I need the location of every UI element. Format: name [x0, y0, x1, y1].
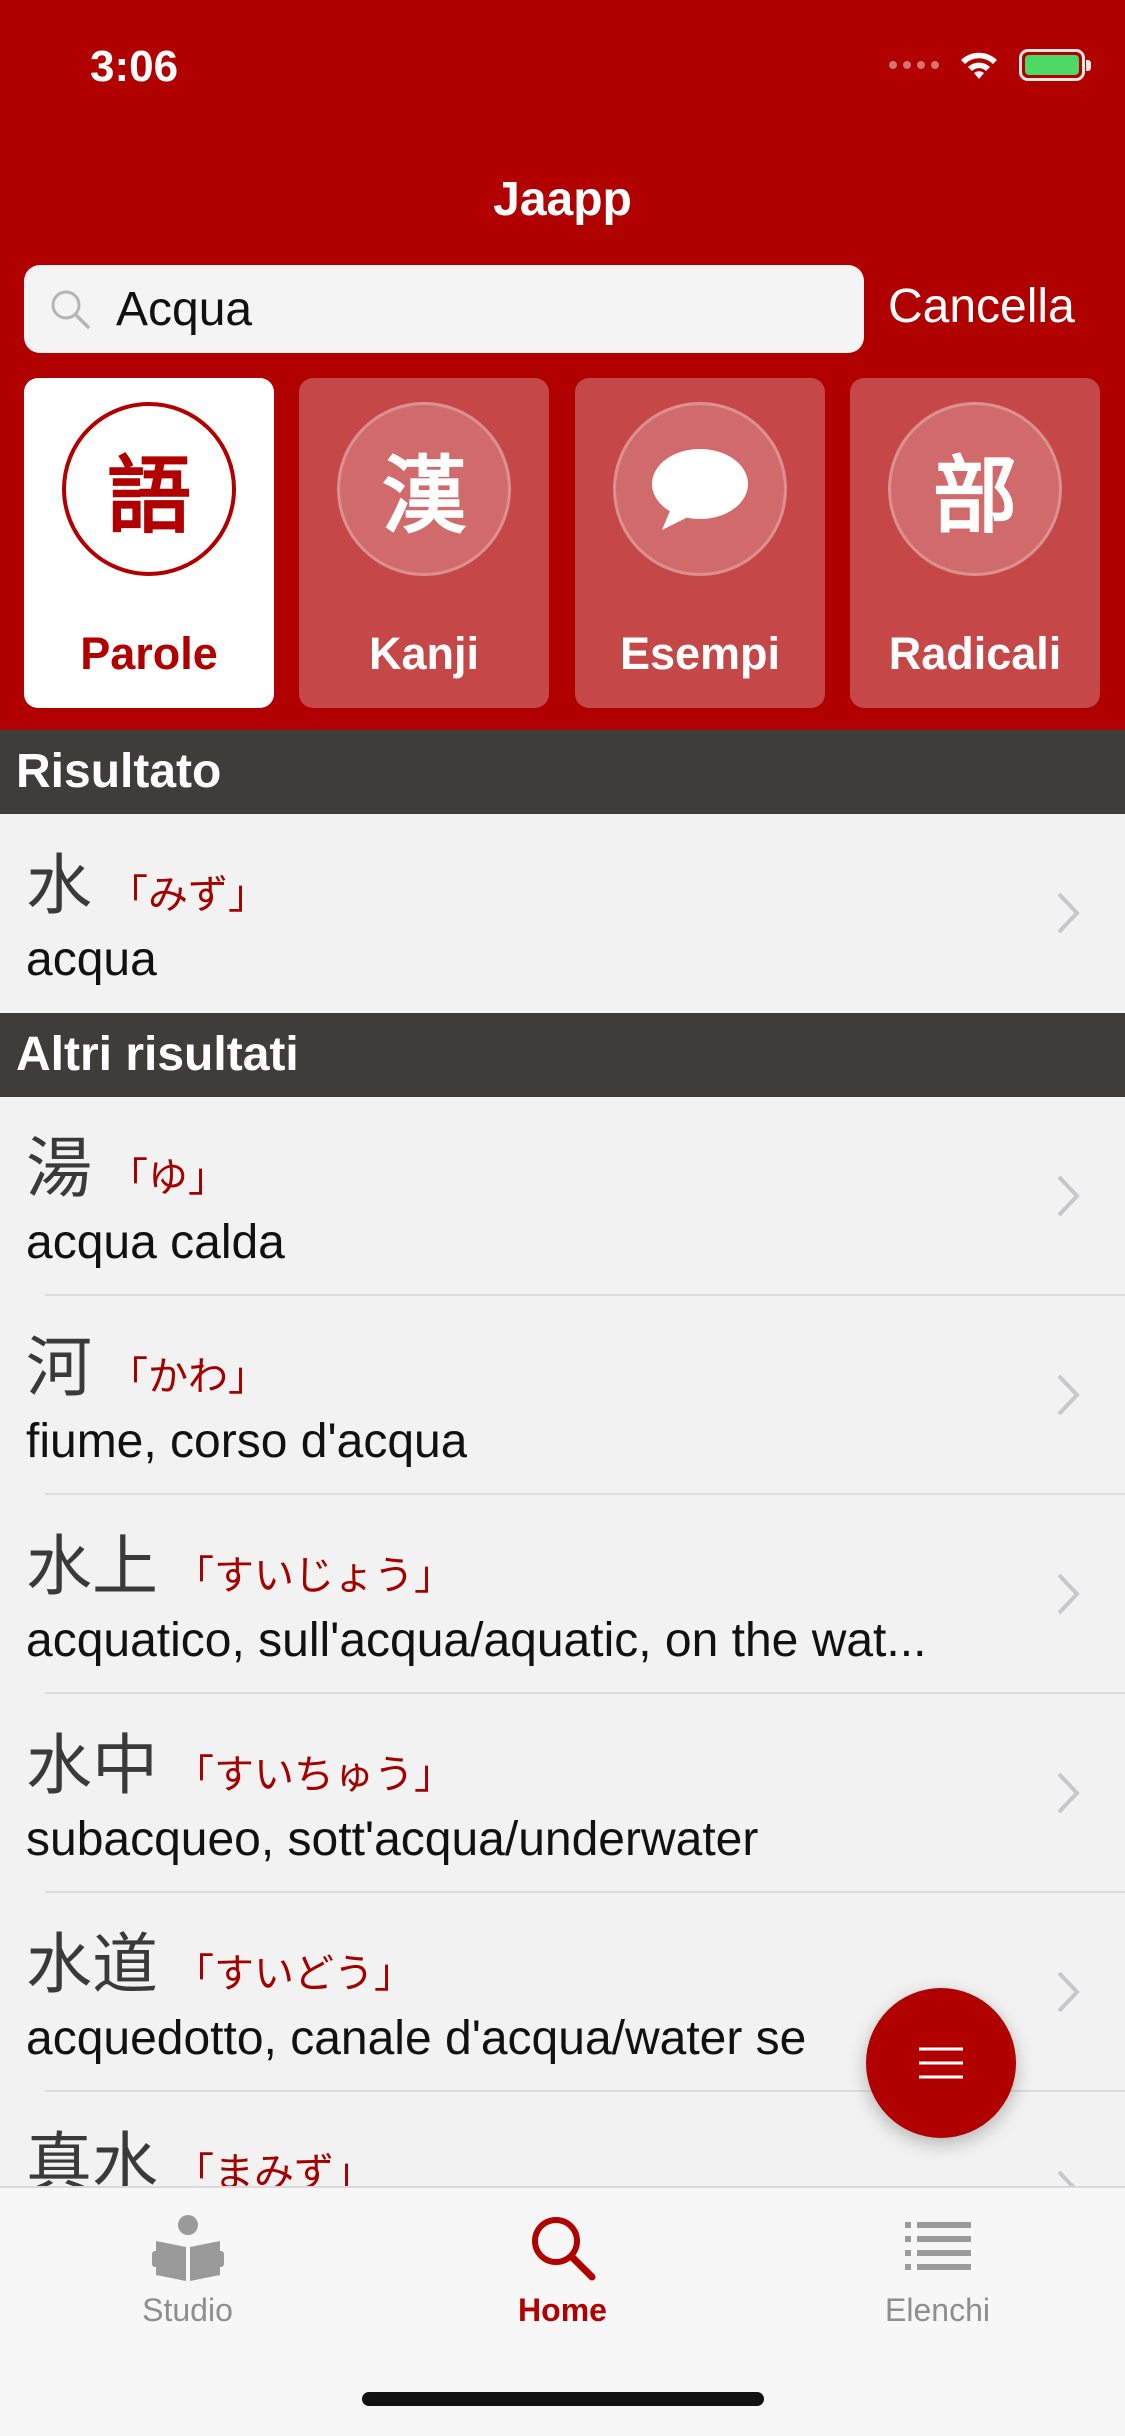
status-time: 3:06 — [90, 42, 179, 91]
wifi-icon — [961, 52, 997, 79]
hamburger-menu-icon — [919, 2047, 963, 2079]
word-kanji: 河「かわ」 — [26, 1329, 268, 1406]
header: 3:06 Jaapp Cancella 語 Parole 漢 Kanji — [0, 0, 1125, 730]
search-input[interactable] — [116, 281, 856, 337]
search-bar[interactable] — [24, 265, 864, 353]
chevron-right-icon — [1057, 892, 1080, 934]
chevron-right-icon — [1057, 1573, 1080, 1615]
speech-bubble-icon — [613, 402, 787, 576]
app-title: Jaapp — [493, 173, 632, 226]
category-tile-kanji[interactable]: 漢 Kanji — [299, 378, 549, 708]
home-indicator[interactable] — [362, 2392, 764, 2406]
status-icons — [889, 48, 1091, 82]
category-tile-radicali[interactable]: 部 Radicali — [850, 378, 1100, 708]
result-row[interactable]: 水中 「すいちゅう」 subacqueo, sott'acqua/underwat… — [0, 1694, 1125, 1893]
battery-icon — [1019, 49, 1091, 81]
tab-home[interactable]: Home — [375, 2188, 750, 2338]
word-kanji: 水中 「すいちゅう」 — [26, 1727, 454, 1804]
cancel-button[interactable]: Cancella — [888, 272, 1075, 342]
word-kanji: 水道 「すいどう」 — [26, 1926, 414, 2003]
word-reading: 「みず」 — [108, 872, 268, 918]
radicali-glyph-icon: 部 — [888, 402, 1062, 576]
list-icon — [900, 2210, 976, 2286]
category-label: Radicali — [888, 628, 1062, 679]
category-tile-esempi[interactable]: Esempi — [575, 378, 825, 708]
word-meaning: acquedotto, canale d'acqua/water se — [26, 2012, 807, 2065]
menu-fab-button[interactable] — [866, 1988, 1016, 2138]
parole-glyph-icon: 語 — [62, 402, 236, 576]
result-row[interactable]: 湯「ゆ」 acqua calda — [0, 1097, 1125, 1296]
category-label: Parole — [80, 628, 218, 679]
word-reading: 「すいどう」 — [174, 1951, 414, 1997]
tab-label: Home — [518, 2292, 607, 2328]
word-meaning: fiume, corso d'acqua — [26, 1415, 468, 1468]
word-meaning: acqua — [26, 933, 157, 986]
chevron-right-icon — [1057, 1971, 1080, 2013]
word-reading: 「すいじょう」 — [174, 1553, 454, 1599]
tab-studio[interactable]: Studio — [0, 2188, 375, 2338]
word-meaning: acqua calda — [26, 1216, 285, 1269]
tab-elenchi[interactable]: Elenchi — [750, 2188, 1125, 2338]
word-reading: 「ゆ」 — [108, 1155, 228, 1201]
chevron-right-icon — [1057, 1772, 1080, 1814]
result-row[interactable]: 水「みず」 acqua — [0, 814, 1125, 1013]
word-kanji: 湯「ゆ」 — [26, 1130, 228, 1207]
cellular-signal-icon — [889, 61, 939, 69]
word-reading: 「かわ」 — [108, 1354, 268, 1400]
search-icon — [525, 2210, 601, 2286]
tab-label: Elenchi — [885, 2292, 990, 2328]
section-header-result: Risultato — [0, 730, 1125, 814]
result-row[interactable]: 河「かわ」 fiume, corso d'acqua — [0, 1296, 1125, 1495]
section-header-others: Altri risultati — [0, 1013, 1125, 1097]
word-meaning: subacqueo, sott'acqua/underwater — [26, 1813, 759, 1866]
category-tile-parole[interactable]: 語 Parole — [24, 378, 274, 708]
kanji-glyph-icon: 漢 — [337, 402, 511, 576]
chevron-right-icon — [1057, 1374, 1080, 1416]
search-icon — [46, 285, 106, 333]
tab-label: Studio — [142, 2292, 233, 2328]
word-kanji: 水「みず」 — [26, 847, 268, 924]
word-meaning: acquatico, sull'acqua/aquatic, on the wa… — [26, 1614, 927, 1667]
book-reader-icon — [150, 2210, 226, 2286]
word-kanji: 水上 「すいじょう」 — [26, 1528, 454, 1605]
word-reading: 「すいちゅう」 — [174, 1752, 454, 1798]
chevron-right-icon — [1057, 1175, 1080, 1217]
result-row[interactable]: 水上 「すいじょう」 acquatico, sull'acqua/aquatic,… — [0, 1495, 1125, 1694]
category-label: Kanji — [368, 628, 480, 679]
category-label: Esempi — [619, 628, 781, 679]
